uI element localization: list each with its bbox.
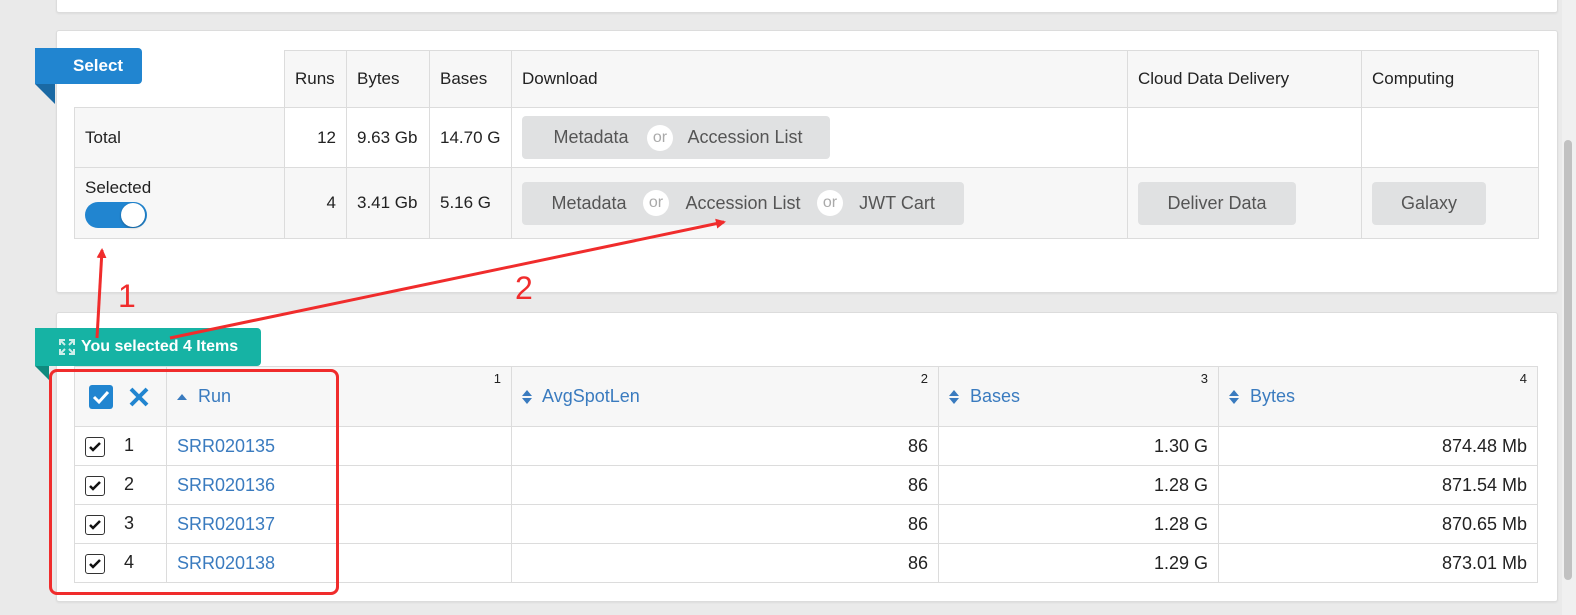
scrollbar-thumb[interactable]	[1564, 140, 1572, 580]
annotation-arrow-1	[95, 248, 107, 339]
annotation-arrows	[95, 218, 726, 340]
annotation-arrow-2	[169, 218, 726, 340]
or-separator: or	[817, 190, 843, 216]
or-separator: or	[643, 190, 669, 216]
annotation-label-2: 2	[515, 270, 533, 306]
annotation-label-1: 1	[118, 278, 136, 314]
or-separator: or	[647, 124, 673, 151]
